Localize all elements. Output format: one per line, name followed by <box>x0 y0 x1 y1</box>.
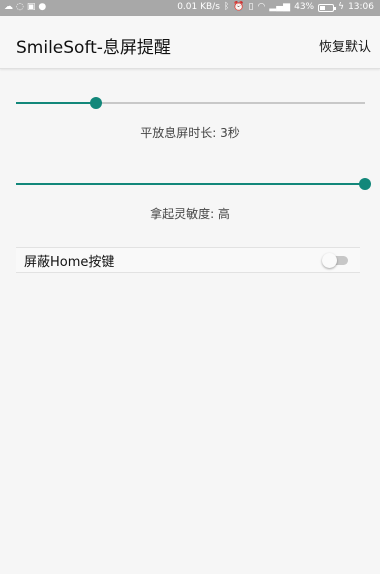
block-home-key-label: 屏蔽Home按键 <box>24 255 115 270</box>
status-time: 13:06 <box>348 2 374 12</box>
battery-percent: 43% <box>294 2 315 12</box>
status-left-icons: ☁ ◌ ▣ ● <box>4 2 46 13</box>
image-icon: ▣ <box>26 2 36 12</box>
app-bar: SmileSoft-息屏提醒 恢复默认 <box>0 16 380 69</box>
alarm-icon: ⏰ <box>233 2 245 12</box>
weather-icon: ◌ <box>16 2 24 12</box>
bluetooth-icon: ᛒ <box>223 2 230 12</box>
slider-fill <box>16 183 365 185</box>
slider-thumb[interactable] <box>90 97 102 109</box>
vibrate-icon: ▯ <box>248 2 254 12</box>
cloud-icon: ☁ <box>4 2 13 12</box>
pickup-sensitivity-label: 拿起灵敏度: 高 <box>150 207 230 221</box>
switch-thumb <box>322 253 337 268</box>
dot-icon: ● <box>38 2 47 12</box>
slider-fill <box>16 102 96 104</box>
battery-icon <box>318 3 337 12</box>
reset-defaults-button[interactable]: 恢复默认 <box>319 36 371 55</box>
status-right-icons: 0.01 KB/s ᛒ ⏰ ▯ ◠ ▂▄▆ 43% ϟ 13:06 <box>177 2 374 13</box>
screen-off-duration-label: 平放息屏时长: 3秒 <box>140 126 240 140</box>
block-home-key-row[interactable]: 屏蔽Home按键 <box>16 247 360 273</box>
pickup-sensitivity-slider[interactable] <box>16 177 371 191</box>
status-bar: ☁ ◌ ▣ ● 0.01 KB/s ᛒ ⏰ ▯ ◠ ▂▄▆ 43% ϟ 13:0… <box>0 0 380 16</box>
charging-icon: ϟ <box>338 2 345 12</box>
net-speed: 0.01 KB/s <box>177 2 220 12</box>
screen-off-duration-slider[interactable] <box>16 96 365 110</box>
slider-thumb[interactable] <box>359 178 371 190</box>
wifi-icon: ◠ <box>257 2 266 12</box>
app-title: SmileSoft-息屏提醒 <box>16 38 171 58</box>
signal-icon: ▂▄▆ <box>269 2 291 12</box>
block-home-key-switch[interactable] <box>322 253 348 268</box>
